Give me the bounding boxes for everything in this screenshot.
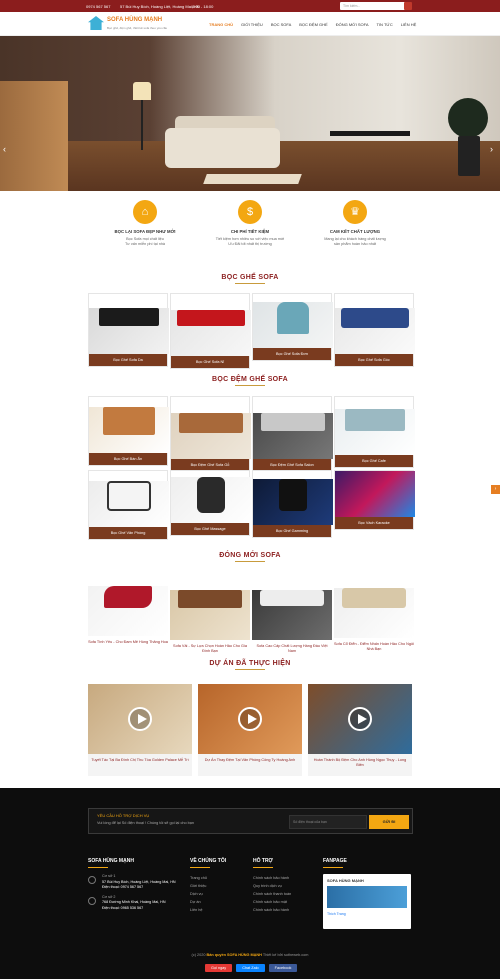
feature-desc: Bọc Sofa mọi chất liệu Tư vấn miễn phí t… <box>124 237 166 246</box>
topbar-address: 57 Bùi Huy Bích, Hoàng Liệt, Hoàng Mai, … <box>120 4 200 9</box>
support-request: YÊU CẦU HỖ TRỢ DỊCH VỤ Vui lòng để lại S… <box>88 808 413 834</box>
feature-desc: Tiết kiệm hơn nhiều so với việc mua mới … <box>215 237 285 246</box>
product-card[interactable]: Bọc Ghế Văn Phòng <box>88 470 169 540</box>
nav-home[interactable]: TRANG CHỦ <box>205 19 237 29</box>
phone-input[interactable]: Số điện thoại của bạn <box>289 815 367 829</box>
product-card[interactable]: Bọc Ghế Sofa Nỉ <box>170 293 251 369</box>
feature-title: CAM KẾT CHẤT LƯỢNG <box>329 229 381 234</box>
feature-2: $ CHI PHÍ TIẾT KIỆM Tiết kiệm hơn nhiều … <box>195 200 305 247</box>
footer-col-fanpage: FANPAGE SOFA HÙNG MẠNH Thích Trang <box>323 858 413 929</box>
news-card[interactable]: Sofa Vải - Sự Lựa Chọn Hoàn Hảo Cho Gia … <box>170 572 250 654</box>
topbar: 0974 567 567 57 Bùi Huy Bích, Hoàng Liệt… <box>0 0 500 12</box>
feature-3: ♛ CAM KẾT CHẤT LƯỢNG Mang lại cho khách … <box>300 200 410 247</box>
nav-about[interactable]: GIỚI THIỆU <box>237 19 267 29</box>
news-card[interactable]: Sofa Tình Yêu - Cho Đam Mê Hùng Thăng Ho… <box>88 572 168 645</box>
facebook-widget[interactable]: SOFA HÙNG MẠNH Thích Trang <box>323 874 411 929</box>
logo-tagline: Bọc ghế, đệm ghế, thiết kế sofa theo yêu… <box>107 26 168 30</box>
section-title: BỌC ĐỆM GHẾ SOFA <box>212 376 288 383</box>
support-title: YÊU CẦU HỖ TRỢ DỊCH VỤ <box>97 813 150 818</box>
location-icon <box>88 876 96 884</box>
scroll-tab[interactable]: › <box>491 485 500 494</box>
topbar-hours: 8:00 - 18:00 <box>192 4 214 9</box>
nav-dong-moi[interactable]: ĐÓNG MỚI SOFA <box>332 19 373 29</box>
topbar-phone[interactable]: 0974 567 567 <box>86 4 110 9</box>
news-card[interactable]: Sofa Cao Cấp Chất Lượng Hàng Đầu Việt Na… <box>252 572 332 654</box>
search-button[interactable] <box>404 2 412 10</box>
logo[interactable]: SOFA HÙNG MẠNH Bọc ghế, đệm ghế, thiết k… <box>88 15 168 33</box>
nav-news[interactable]: TIN TỨC <box>372 19 396 29</box>
office-1: Cơ sở 1 57 Bùi Huy Bích, Hoàng Liệt, Hoà… <box>88 874 183 891</box>
product-card[interactable]: Bọc Ghế Sofa Da <box>88 293 169 367</box>
section-boc-dem: BỌC ĐỆM GHẾ SOFA <box>0 376 500 388</box>
section-title: BỌC GHẾ SOFA <box>221 274 279 281</box>
coin-icon: $ <box>238 200 262 224</box>
product-card[interactable]: Bọc Ghế Sofa Góc <box>334 293 415 367</box>
footer-col-support: HỖ TRỢ Chính sách bảo hành Quy trình dịc… <box>253 858 292 912</box>
product-card[interactable]: Bọc Đệm Ghế Sofa Gỗ <box>170 396 251 472</box>
project-card[interactable]: Dự Án Thay Đệm Tại Văn Phòng Công Ty Hoà… <box>198 684 302 776</box>
sofa-icon: ⌂ <box>133 200 157 224</box>
product-card[interactable]: Bọc Vách Karaoke <box>334 470 415 530</box>
footer-col-company: SOFA HÙNG MẠNH Cơ sở 1 57 Bùi Huy Bích, … <box>88 858 183 915</box>
project-card[interactable]: Tuyết Tác Tại Ba Đình Chị Thu Tòa Golden… <box>88 684 192 776</box>
news-card[interactable]: Sofa Cổ Điển - Điểm Nhấn Hoàn Hảo Cho Ng… <box>334 572 414 652</box>
feature-1: ⌂ BỌC LẠI SOFA ĐẸP NHƯ MỚI Bọc Sofa mọi … <box>90 200 200 247</box>
product-card[interactable]: Bọc Ghế Sofa Đơn <box>252 293 333 361</box>
play-icon[interactable] <box>238 707 262 731</box>
play-icon[interactable] <box>348 707 372 731</box>
chevron-left-icon[interactable]: ‹ <box>3 144 6 154</box>
product-card[interactable]: Bọc Ghế Massage <box>170 470 251 536</box>
logo-brand: SOFA HÙNG MẠNH <box>107 17 163 23</box>
sofa-image <box>165 128 280 168</box>
section-title: ĐÓNG MỚI SOFA <box>219 552 281 559</box>
footer-col-about: VỀ CHÚNG TÔI Trang chủ Giới thiệu Dịch v… <box>190 858 227 912</box>
feature-title: CHI PHÍ TIẾT KIỆM <box>230 229 270 234</box>
section-dong-moi: ĐÓNG MỚI SOFA <box>0 552 500 564</box>
nav-boc-sofa[interactable]: BỌC SOFA <box>267 19 295 29</box>
main-nav: TRANG CHỦ GIỚI THIỆU BỌC SOFA BỌC ĐỆM GH… <box>205 19 420 29</box>
location-icon <box>88 896 96 905</box>
crown-icon: ♛ <box>343 200 367 224</box>
hero-banner: ‹ › <box>0 36 500 191</box>
copyright: (c) 2020 Bản quyền SOFA HÙNG MẠNH Thiết … <box>191 953 309 957</box>
project-card[interactable]: Hoàn Thành Bộ Đệm Cho Anh Hùng Ngọc Thụy… <box>308 684 412 776</box>
call-button[interactable]: Gọi ngay <box>205 964 233 972</box>
support-desc: Vui lòng để lại Số điện thoại ! Chúng tô… <box>97 821 194 825</box>
like-page-button[interactable]: Thích Trang <box>327 912 346 916</box>
facebook-button[interactable]: Facebook <box>268 964 298 972</box>
nav-boc-dem[interactable]: BỌC ĐỆM GHẾ <box>295 19 331 29</box>
house-icon <box>88 16 104 30</box>
product-card[interactable]: Bọc Ghế Gamming <box>252 470 333 538</box>
footer: YÊU CẦU HỖ TRỢ DỊCH VỤ Vui lòng để lại S… <box>0 788 500 979</box>
section-boc-sofa: BỌC GHẾ SOFA <box>0 274 500 286</box>
section-du-an: DỰ ÁN ĐÃ THỰC HIỆN <box>0 660 500 672</box>
office-2: Cơ sở 2 768 Đường Minh Khai, Hoàng Mai, … <box>88 895 183 912</box>
chevron-right-icon[interactable]: › <box>490 144 493 154</box>
section-title: DỰ ÁN ĐÃ THỰC HIỆN <box>209 660 291 667</box>
product-card[interactable]: Bọc Ghế Cafe <box>334 396 415 468</box>
product-card[interactable]: Bọc Đệm Ghế Sofa Salon <box>252 396 333 472</box>
search-input[interactable]: Tìm kiếm... <box>340 2 410 10</box>
contact-buttons: Gọi ngay Chat Zalo Facebook <box>205 964 298 972</box>
feature-title: BỌC LẠI SOFA ĐẸP NHƯ MỚI <box>114 229 176 234</box>
zalo-button[interactable]: Chat Zalo <box>236 964 265 972</box>
submit-button[interactable]: GỬI ĐI <box>369 815 409 829</box>
feature-desc: Mang lại cho khách hàng chất lượng sản p… <box>324 237 386 246</box>
header: SOFA HÙNG MẠNH Bọc ghế, đệm ghế, thiết k… <box>0 12 500 36</box>
nav-contact[interactable]: LIÊN HỆ <box>397 19 421 29</box>
product-card[interactable]: Bọc Ghế Bàn Ăn <box>88 396 169 466</box>
play-icon[interactable] <box>128 707 152 731</box>
